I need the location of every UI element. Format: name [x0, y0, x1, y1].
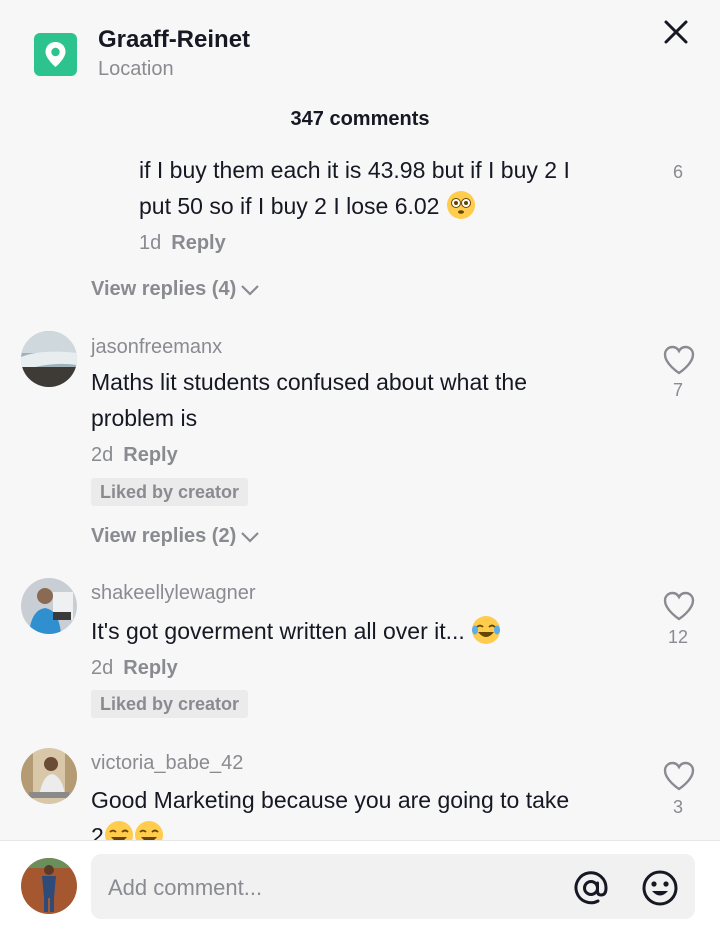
avatar[interactable]	[21, 578, 77, 634]
comment-text: Maths lit students confused about what t…	[91, 369, 527, 431]
tears-of-joy-emoji-icon	[472, 616, 501, 644]
like-count: 6	[672, 162, 683, 182]
comment-text: It's got goverment written all over it..…	[91, 613, 501, 649]
reply-button[interactable]: Reply	[123, 657, 177, 679]
avatar[interactable]	[21, 331, 77, 387]
like-count: 12	[667, 627, 689, 647]
comment-count: 347 comments	[290, 108, 430, 130]
comment-meta: 2d Reply	[91, 657, 178, 679]
liked-by-creator-badge: Liked by creator	[91, 690, 249, 718]
reply-button[interactable]: Reply	[123, 444, 177, 466]
comment-meta: 1d Reply	[139, 232, 226, 254]
avatar[interactable]	[21, 748, 77, 804]
emoji-icon[interactable]	[640, 869, 680, 907]
username[interactable]: victoria_babe_42	[91, 752, 243, 775]
like-count: 7	[672, 380, 683, 400]
location-title[interactable]: Graaff-Reinet	[98, 26, 250, 54]
reply-button[interactable]: Reply	[171, 232, 225, 254]
view-replies-button[interactable]: View replies (4)	[91, 278, 260, 301]
comment-input-box[interactable]	[91, 854, 695, 921]
avatar[interactable]	[21, 858, 77, 914]
header: Graaff-Reinet Location	[0, 0, 720, 100]
close-icon[interactable]	[658, 14, 694, 50]
at-icon[interactable]	[572, 869, 610, 907]
username[interactable]: shakeellylewagner	[91, 582, 256, 605]
comment-meta: 2d Reply	[91, 444, 178, 466]
username[interactable]: jasonfreemanx	[91, 336, 222, 359]
comment-text: if I buy them each it is 43.98 but if I …	[139, 157, 570, 219]
heart-icon[interactable]	[662, 590, 696, 622]
flushed-face-emoji-icon	[446, 191, 475, 219]
chevron-down-icon	[241, 531, 260, 543]
heart-icon[interactable]	[662, 760, 696, 792]
location-subtitle: Location	[98, 58, 174, 80]
comment-composer	[0, 840, 720, 930]
heart-icon[interactable]	[662, 344, 696, 376]
like-count: 3	[672, 797, 683, 817]
chevron-down-icon	[241, 284, 260, 296]
liked-by-creator-badge: Liked by creator	[91, 478, 249, 506]
comment-input[interactable]	[106, 854, 550, 921]
view-replies-button[interactable]: View replies (2)	[91, 525, 260, 548]
location-pin-icon	[34, 33, 77, 76]
